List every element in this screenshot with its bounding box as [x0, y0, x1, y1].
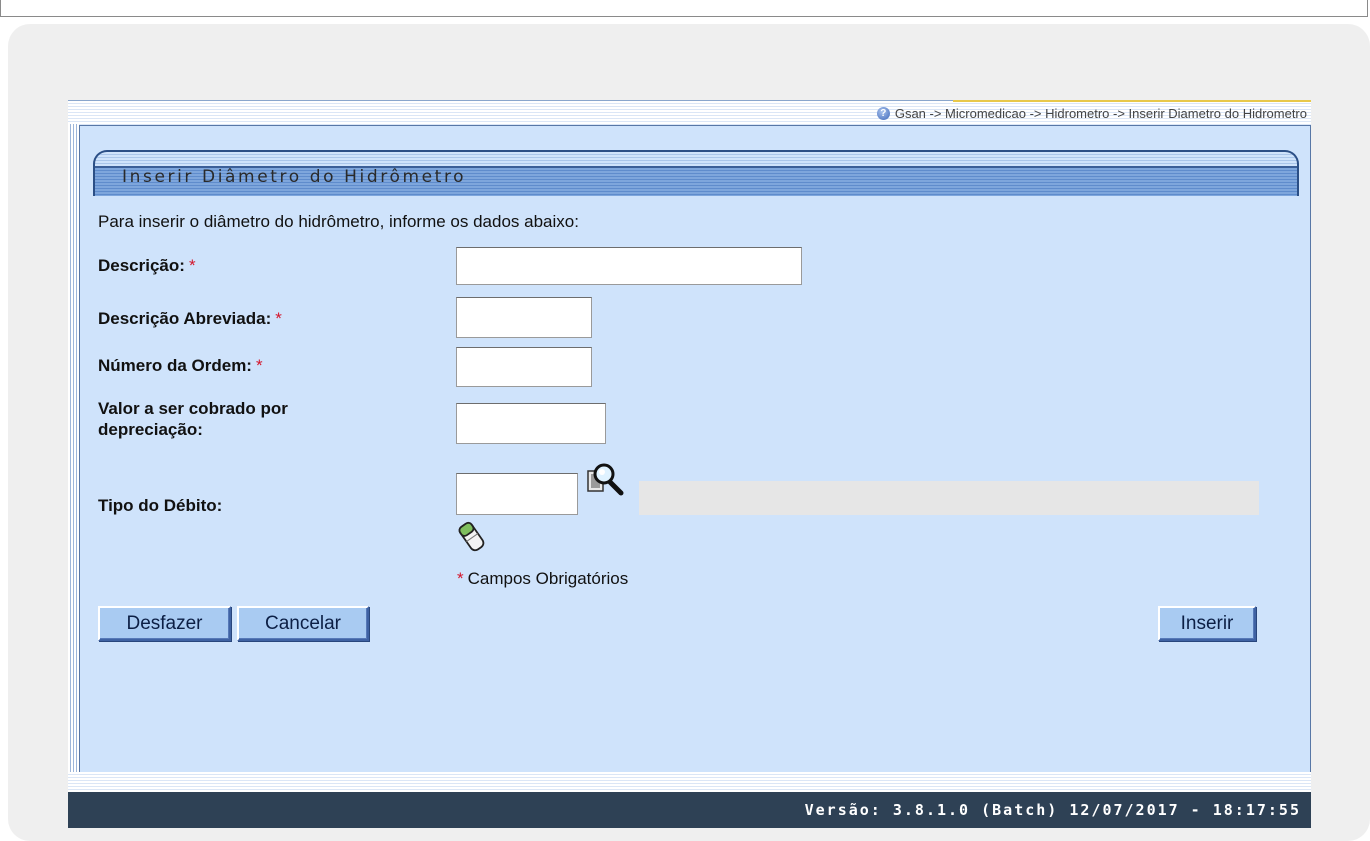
valor-label-line2: depreciação: [98, 420, 203, 439]
required-marker: * [275, 309, 282, 328]
tipo-debito-description-field [639, 481, 1259, 515]
footer-rail [68, 772, 1311, 792]
required-marker: * [188, 256, 196, 275]
numero-ordem-label-text: Número da Ordem: [98, 356, 252, 375]
form-panel: Inserir Diâmetro do Hidrômetro Para inse… [79, 125, 1311, 773]
descricao-abreviada-label-text: Descrição Abreviada: [98, 309, 272, 328]
numero-ordem-label: Número da Ordem: * [98, 356, 263, 376]
required-marker: * [255, 356, 263, 375]
descricao-label: Descrição: * [98, 256, 196, 276]
page-title: Inserir Diâmetro do Hidrômetro [122, 167, 467, 187]
breadcrumb: ? Gsan -> Micromedicao -> Hidrometro -> … [876, 106, 1307, 121]
descricao-abreviada-input[interactable] [456, 297, 592, 338]
required-note-text: Campos Obrigatórios [467, 569, 629, 588]
breadcrumb-accent [953, 100, 1311, 102]
version-bar: Versão: 3.8.1.0 (Batch) 12/07/2017 - 18:… [68, 792, 1311, 828]
numero-ordem-input[interactable] [456, 347, 592, 387]
title-tab: Inserir Diâmetro do Hidrômetro [93, 150, 1299, 196]
descricao-label-text: Descrição: [98, 256, 185, 275]
inserir-button[interactable]: Inserir [1158, 606, 1256, 641]
cancelar-button[interactable]: Cancelar [237, 606, 369, 641]
eraser-icon[interactable] [456, 519, 490, 555]
tipo-debito-code-input[interactable] [456, 473, 578, 515]
tipo-debito-label: Tipo do Débito: [98, 496, 223, 515]
valor-depreciacao-input[interactable] [456, 403, 606, 444]
intro-text: Para inserir o diâmetro do hidrômetro, i… [98, 212, 579, 231]
version-text: Versão: 3.8.1.0 (Batch) 12/07/2017 - 18:… [804, 801, 1301, 819]
breadcrumb-bar: ? Gsan -> Micromedicao -> Hidrometro -> … [68, 100, 1311, 125]
magnifier-lookup-icon[interactable] [585, 461, 629, 505]
required-fields-note: * Campos Obrigatórios [457, 569, 628, 589]
desfazer-button[interactable]: Desfazer [98, 606, 231, 641]
top-window-strip [0, 0, 1368, 17]
breadcrumb-text: Gsan -> Micromedicao -> Hidrometro -> In… [894, 106, 1307, 121]
descricao-input[interactable] [456, 247, 802, 285]
left-rail [68, 124, 79, 772]
help-icon[interactable]: ? [876, 107, 890, 120]
valor-depreciacao-label: Valor a ser cobrado por depreciação: [98, 398, 288, 440]
descricao-abreviada-label: Descrição Abreviada: * [98, 309, 282, 329]
required-marker: * [457, 569, 464, 588]
valor-label-line1: Valor a ser cobrado por [98, 399, 288, 418]
gsan-app: ? Gsan -> Micromedicao -> Hidrometro -> … [68, 100, 1311, 828]
